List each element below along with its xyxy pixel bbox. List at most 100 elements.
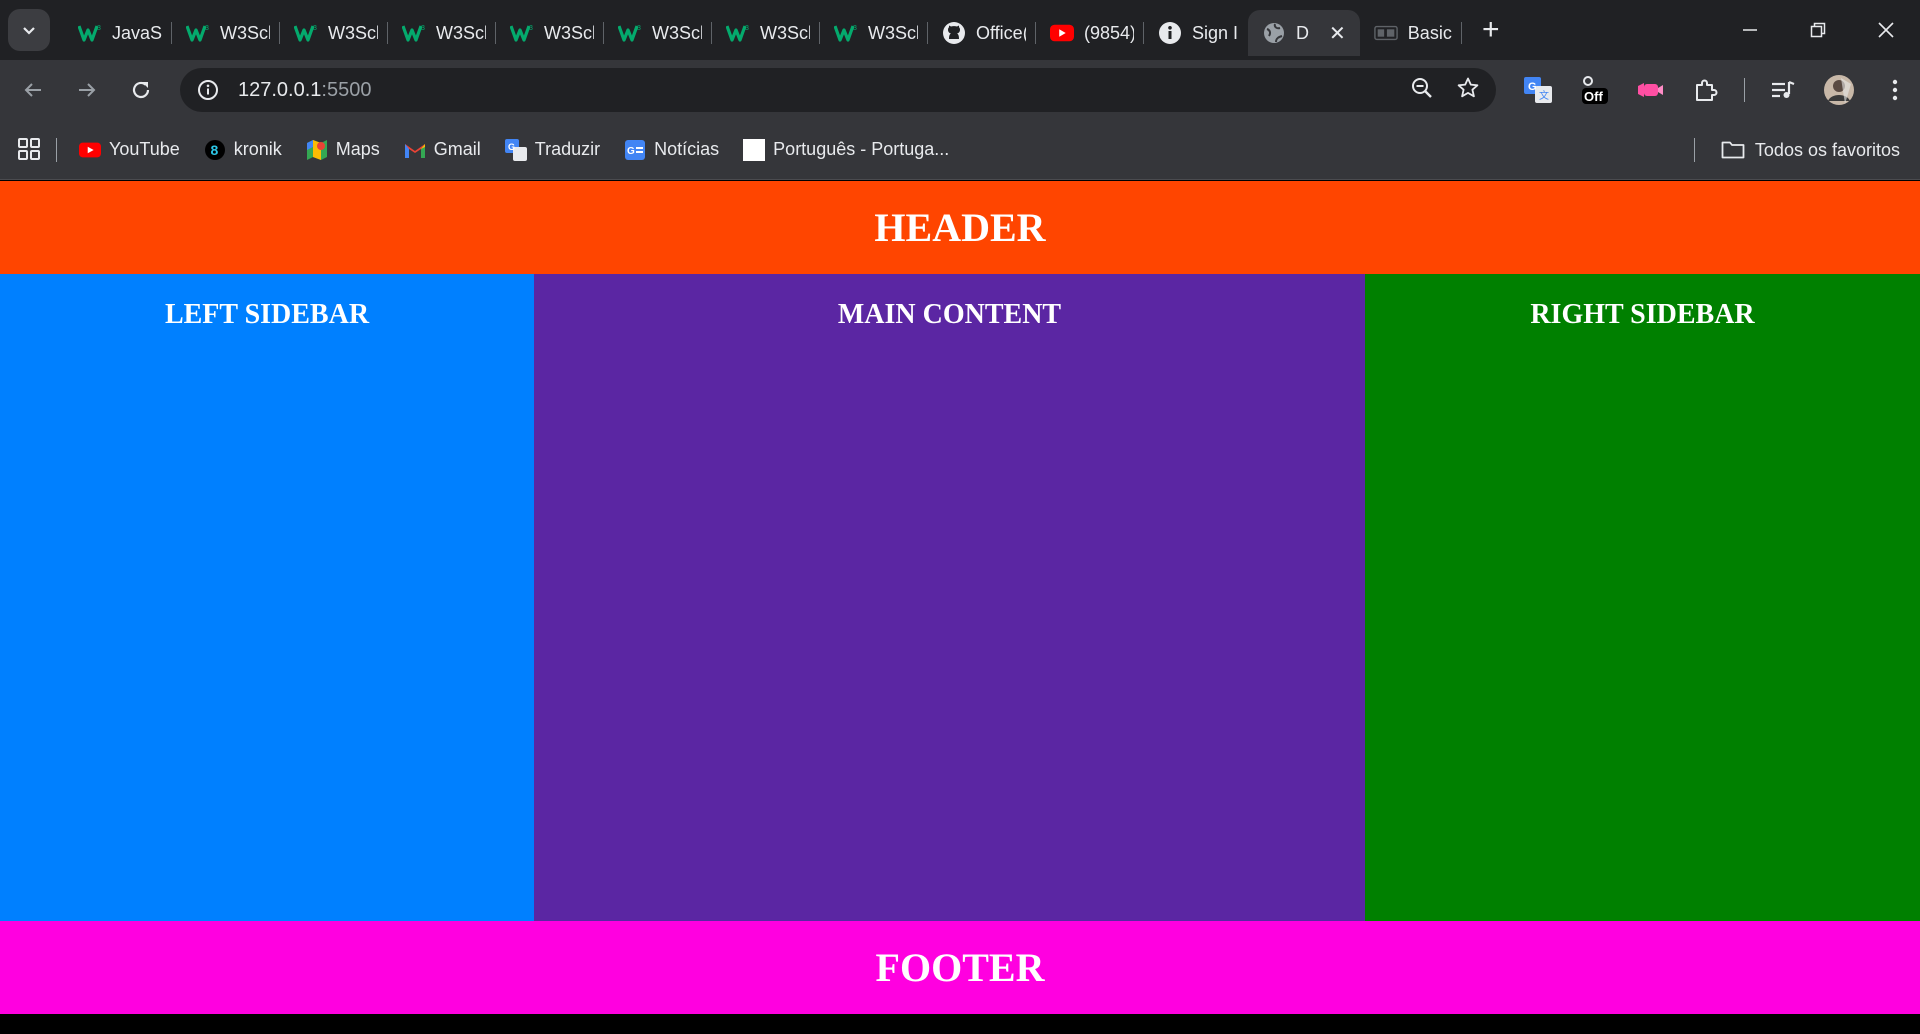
tab[interactable]: Basic	[1360, 10, 1462, 56]
tab-title: JavaSc	[112, 22, 162, 43]
tab[interactable]: 3 W3Scl	[388, 10, 496, 56]
tab-title: Office(	[976, 22, 1026, 43]
url-port: :5500	[321, 78, 372, 101]
globe-icon	[1262, 21, 1286, 45]
tab-title: W3Scl	[436, 22, 486, 43]
translate-icon: G	[504, 138, 527, 161]
page-footer: FOOTER	[0, 921, 1920, 1014]
w3schools-icon: 3	[618, 21, 642, 45]
window-controls	[1716, 0, 1920, 60]
zoom-icon[interactable]	[1410, 76, 1434, 105]
tab-title: W3Scl	[328, 22, 378, 43]
kronik-icon: 8	[204, 139, 226, 161]
tab[interactable]: Office(	[928, 10, 1036, 56]
minimize-icon	[1743, 29, 1757, 31]
bookmarks-divider	[56, 137, 57, 162]
tab[interactable]: 3 W3Scl	[496, 10, 604, 56]
bookmark-label: Maps	[335, 139, 380, 159]
bookmark-label: Traduzir	[534, 139, 601, 159]
bookmark-maps[interactable]: Maps	[306, 139, 380, 161]
menu-kebab-icon[interactable]	[1877, 72, 1913, 108]
apps-grid-icon[interactable]	[18, 137, 42, 162]
tab[interactable]: (9854)	[1036, 10, 1144, 56]
site-info-icon[interactable]	[194, 76, 222, 104]
svg-text:3: 3	[745, 25, 749, 32]
url-host: 127.0.0.1	[238, 78, 322, 101]
bookmark-label: YouTube	[109, 139, 180, 159]
tab-list: 3 JavaSc 3 W3Scl 3 W3Scl 3 W3Scl 3 W3Scl…	[64, 0, 1462, 60]
minimize-button[interactable]	[1716, 0, 1784, 60]
header-title: HEADER	[874, 205, 1046, 250]
tab-title: W3Scl	[220, 22, 270, 43]
github-icon	[942, 21, 966, 45]
tab[interactable]: 3 W3Scl	[820, 10, 928, 56]
bookmark-gmail[interactable]: Gmail	[404, 139, 481, 161]
tab[interactable]: 3 W3Scl	[172, 10, 280, 56]
reload-button[interactable]	[120, 69, 162, 111]
right-sidebar-title: RIGHT SIDEBAR	[1530, 299, 1755, 330]
arrow-left-icon	[24, 83, 41, 97]
tab-title: D	[1296, 22, 1310, 43]
address-bar-actions	[1410, 68, 1480, 112]
media-controls-icon[interactable]	[1765, 72, 1801, 108]
tab-active[interactable]: D ✕	[1248, 10, 1360, 56]
close-tab-icon[interactable]: ✕	[1329, 21, 1346, 46]
w3schools-icon: 3	[78, 21, 102, 45]
chevron-down-icon	[23, 27, 35, 35]
restore-icon	[1810, 22, 1826, 38]
footer-title: FOOTER	[875, 945, 1045, 990]
page-viewport: HEADER LEFT SIDEBAR MAIN CONTENT RIGHT S…	[0, 181, 1920, 1034]
all-bookmarks-label: Todos os favoritos	[1754, 139, 1900, 160]
tab-search-button[interactable]	[8, 9, 50, 51]
google-translate-icon[interactable]: G文	[1520, 72, 1556, 108]
gmail-icon	[404, 139, 426, 161]
tab[interactable]: 3 JavaSc	[64, 10, 172, 56]
right-sidebar: RIGHT SIDEBAR	[1365, 274, 1920, 921]
bookmark-noticias[interactable]: G Notícias	[624, 139, 719, 161]
address-bar[interactable]: 127.0.0.1:5500	[180, 68, 1496, 112]
bookmark-label: kronik	[233, 139, 282, 159]
toolbar-divider	[1744, 78, 1745, 102]
profile-avatar[interactable]	[1821, 72, 1857, 108]
info-icon	[1158, 21, 1182, 45]
svg-text:G: G	[627, 146, 635, 157]
w3schools-icon: 3	[510, 21, 534, 45]
new-tab-button[interactable]: +	[1474, 13, 1508, 47]
tab-strip: 3 JavaSc 3 W3Scl 3 W3Scl 3 W3Scl 3 W3Scl…	[0, 0, 1920, 60]
svg-text:文: 文	[1539, 89, 1549, 102]
restore-button[interactable]	[1784, 0, 1852, 60]
tab-title: Sign I	[1192, 22, 1239, 43]
tab[interactable]: Sign I	[1144, 10, 1248, 56]
bookmark-youtube[interactable]: YouTube	[79, 139, 180, 161]
tab[interactable]: 3 W3Scl	[604, 10, 712, 56]
tab[interactable]: 3 W3Scl	[280, 10, 388, 56]
close-window-button[interactable]	[1852, 0, 1920, 60]
bookmark-portugues[interactable]: Português - Portuga...	[743, 138, 949, 161]
bookmark-kronik[interactable]: 8 kronik	[204, 139, 282, 161]
news-icon: G	[624, 139, 646, 161]
bookmark-label: Notícias	[654, 139, 720, 159]
main-content: MAIN CONTENT	[534, 274, 1365, 921]
back-button[interactable]	[12, 69, 54, 111]
maps-icon	[306, 139, 328, 161]
url-text[interactable]: 127.0.0.1:5500	[238, 79, 371, 102]
browser-toolbar: 127.0.0.1:5500 G文 Off	[0, 60, 1920, 120]
tab-title: W3Scl	[760, 22, 810, 43]
tab-title: W3Scl	[652, 22, 702, 43]
forward-button[interactable]	[66, 69, 108, 111]
bookmark-label: Gmail	[433, 139, 481, 159]
reload-icon	[132, 81, 150, 99]
svg-text:3: 3	[313, 25, 317, 32]
svg-text:3: 3	[421, 25, 425, 32]
tab[interactable]: 3 W3Scl	[712, 10, 820, 56]
all-bookmarks-button[interactable]: Todos os favoritos	[1721, 120, 1900, 180]
arrow-right-icon	[79, 83, 96, 97]
extension-toggle-icon[interactable]: Off	[1576, 72, 1612, 108]
svg-text:3: 3	[529, 25, 533, 32]
w3schools-icon: 3	[726, 21, 750, 45]
bookmark-star-icon[interactable]	[1456, 76, 1480, 105]
close-icon	[1878, 22, 1894, 38]
bookmark-traduzir[interactable]: G Traduzir	[504, 138, 601, 161]
puzzle-extensions-icon[interactable]	[1688, 72, 1724, 108]
video-extension-icon[interactable]	[1632, 72, 1668, 108]
